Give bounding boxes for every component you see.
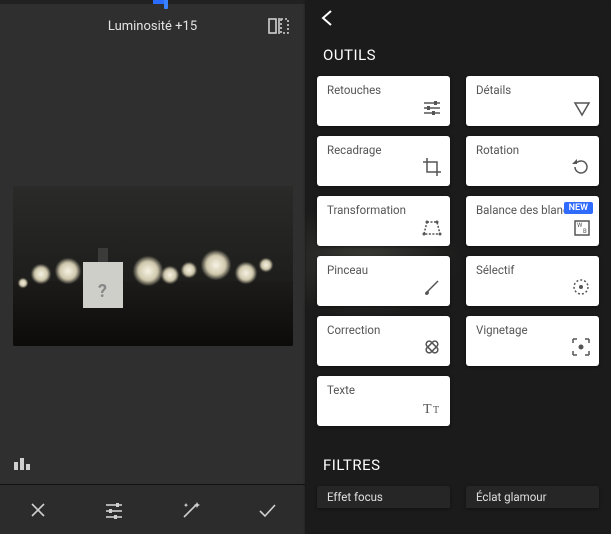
editor-screen: Luminosité +15 — [0, 0, 305, 534]
tool-details[interactable]: Détails — [466, 76, 599, 126]
tool-label: Sélectif — [476, 263, 589, 277]
tools-panel-screen: OUTILS Retouches Détails Recadrage — [305, 0, 611, 534]
tool-label: Rotation — [476, 143, 589, 157]
tool-crop[interactable]: Recadrage — [317, 136, 450, 186]
cancel-button[interactable] — [10, 486, 66, 534]
tool-selective[interactable]: Sélectif — [466, 256, 599, 306]
compare-icon[interactable] — [267, 16, 289, 40]
svg-text:T: T — [423, 402, 432, 417]
tool-vignette[interactable]: Vignetage — [466, 316, 599, 366]
filter-label: Éclat glamour — [476, 490, 547, 504]
tools-section-title: OUTILS — [305, 40, 611, 76]
svg-text:B: B — [583, 228, 587, 235]
tool-text[interactable]: Texte TT — [317, 376, 450, 426]
tool-label: Retouches — [327, 83, 440, 97]
adjustment-value-label: Luminosité +15 — [108, 19, 197, 34]
edited-photo — [13, 186, 293, 346]
tune-button[interactable] — [86, 486, 142, 534]
apply-button[interactable] — [239, 486, 295, 534]
tool-healing[interactable]: Correction — [317, 316, 450, 366]
histogram-icon[interactable] — [14, 454, 34, 474]
svg-text:T: T — [433, 405, 439, 416]
tool-label: Recadrage — [327, 143, 440, 157]
filters-row: Effet focus Éclat glamour — [305, 486, 611, 508]
auto-enhance-button[interactable] — [163, 486, 219, 534]
white-balance-icon: WB — [573, 219, 591, 241]
back-button[interactable] — [317, 7, 339, 33]
tool-label: Transformation — [327, 203, 440, 217]
adjustment-header: Luminosité +15 — [0, 4, 305, 48]
crop-icon — [422, 157, 442, 181]
brush-icon — [422, 277, 442, 301]
tool-label: Pinceau — [327, 263, 440, 277]
selective-icon — [571, 277, 591, 301]
tool-retouches[interactable]: Retouches — [317, 76, 450, 126]
filter-effet-focus[interactable]: Effet focus — [317, 486, 450, 508]
transform-icon — [422, 219, 442, 241]
tool-label: Texte — [327, 383, 440, 397]
healing-icon — [422, 337, 442, 361]
tune-icon — [422, 99, 442, 121]
image-canvas[interactable] — [0, 48, 305, 484]
rotate-icon — [571, 157, 591, 181]
new-badge: NEW — [564, 202, 593, 214]
tool-label: Correction — [327, 323, 440, 337]
tool-rotate[interactable]: Rotation — [466, 136, 599, 186]
tool-label: Vignetage — [476, 323, 589, 337]
filter-eclat-glamour[interactable]: Éclat glamour — [466, 486, 599, 508]
details-icon — [573, 101, 591, 121]
tools-grid: Retouches Détails Recadrage — [305, 76, 611, 426]
tool-transform[interactable]: Transformation — [317, 196, 450, 246]
filter-label: Effet focus — [327, 490, 383, 504]
text-icon: TT — [422, 399, 442, 421]
filters-section-title: FILTRES — [305, 450, 611, 486]
tool-label: Détails — [476, 83, 589, 97]
tool-white-balance[interactable]: Balance des blancs NEW WB — [466, 196, 599, 246]
editor-bottom-bar — [0, 484, 305, 534]
vignette-icon — [571, 337, 591, 361]
tool-brush[interactable]: Pinceau — [317, 256, 450, 306]
